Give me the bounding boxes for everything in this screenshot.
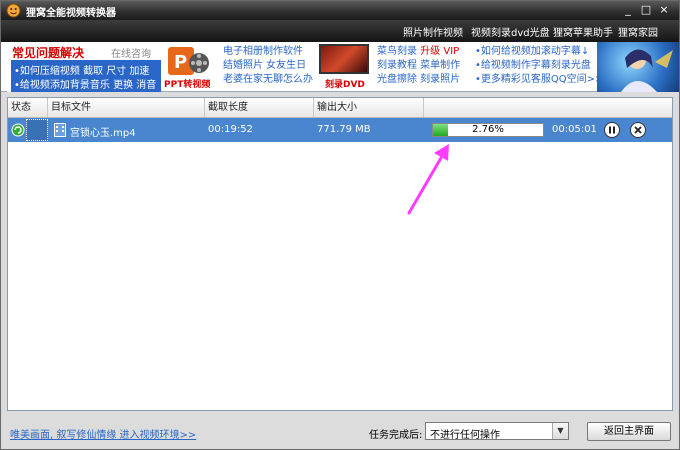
faq-link-compress[interactable]: •如何压缩视频 截取 尺寸 加速 xyxy=(14,62,149,77)
ad-link[interactable]: 老婆在家无聊怎么办 xyxy=(223,73,313,87)
pause-icon xyxy=(609,126,615,134)
remove-button[interactable] xyxy=(630,122,646,138)
close-button[interactable]: × xyxy=(657,3,671,17)
status-icon xyxy=(11,123,25,137)
ad-link[interactable]: •给视频制作字幕刻录光盘 xyxy=(475,59,603,73)
ad-link[interactable]: •更多精彩见客服QQ空间>> xyxy=(475,73,603,87)
app-icon xyxy=(6,3,21,18)
video-thumbnail xyxy=(26,119,48,141)
ad-link[interactable]: 结婚照片 女友生日 xyxy=(223,59,313,73)
ad-link[interactable]: 光盘擦除 刻录照片 xyxy=(377,73,460,87)
menu-home[interactable]: 狸窝家园 xyxy=(618,24,658,39)
ad-link[interactable]: 刻录教程 菜单制作 xyxy=(377,59,460,73)
col-status[interactable]: 状态 xyxy=(8,98,48,117)
ad-line: 菜鸟刻录 升级 VIP xyxy=(377,45,460,59)
pause-button[interactable] xyxy=(604,122,620,138)
faq-links: •如何压缩视频 截取 尺寸 加速 •给视频添加背景音乐 更换 消音 xyxy=(11,60,161,92)
ad-banner: 常见问题解决 在线咨询 •如何压缩视频 截取 尺寸 加速 •给视频添加背景音乐 … xyxy=(1,42,679,92)
window-title: 狸窝全能视频转换器 xyxy=(26,8,116,19)
col-duration[interactable]: 截取长度 xyxy=(205,98,314,117)
after-task-label: 任务完成后: xyxy=(369,430,423,441)
menu-apple-helper[interactable]: 狸窝苹果助手 xyxy=(553,24,613,39)
promo-image[interactable] xyxy=(597,42,679,92)
table-row[interactable]: 宫锁心玉.mp4 00:19:52 771.79 MB 2.76% 00:05:… xyxy=(8,118,672,142)
menu-photo-video[interactable]: 照片制作视频 xyxy=(403,24,463,39)
back-to-main-button[interactable]: 返回主界面 xyxy=(587,422,671,441)
task-list: 状态 目标文件 截取长度 输出大小 宫锁心玉.mp4 00:19:52 771.… xyxy=(7,97,673,411)
remove-icon xyxy=(634,126,642,134)
faq-online-link[interactable]: 在线咨询 xyxy=(111,45,151,60)
progress-bar: 2.76% xyxy=(432,123,544,137)
dvd-tile[interactable]: 刻录DVD xyxy=(319,44,369,90)
faq-link-music[interactable]: •给视频添加背景音乐 更换 消音 xyxy=(14,76,156,91)
col-output-size[interactable]: 输出大小 xyxy=(314,98,424,117)
top-link-menu: 照片制作视频 视频刻录dvd光盘 狸窝苹果助手 狸窝家园 xyxy=(1,20,679,42)
menu-dvd-burn[interactable]: 视频刻录dvd光盘 xyxy=(471,24,550,39)
output-size: 771.79 MB xyxy=(317,124,371,135)
dropdown-arrow-icon[interactable]: ▼ xyxy=(552,423,568,439)
ad-column-album: 电子相册制作软件 结婚照片 女友生日 老婆在家无聊怎么办 xyxy=(223,45,313,87)
progress-text: 2.76% xyxy=(472,124,504,135)
minimize-button[interactable]: _ xyxy=(621,3,635,17)
dvd-thumbnail xyxy=(319,44,369,74)
ppt-label[interactable]: PPT转视频 xyxy=(164,77,210,90)
ad-link[interactable]: 菜鸟刻录 xyxy=(377,46,417,57)
maximize-button[interactable]: □ xyxy=(639,3,653,17)
duration: 00:19:52 xyxy=(208,124,253,135)
col-progress xyxy=(424,98,672,117)
remaining-time: 00:05:01 xyxy=(552,124,597,135)
col-target-file[interactable]: 目标文件 xyxy=(48,98,205,117)
faq-title[interactable]: 常见问题解决 xyxy=(12,44,84,61)
list-header: 状态 目标文件 截取长度 输出大小 xyxy=(8,98,672,118)
ad-column-dvd: 菜鸟刻录 升级 VIP 刻录教程 菜单制作 光盘擦除 刻录照片 xyxy=(377,45,460,87)
app-window: 狸窝全能视频转换器 _ □ × 照片制作视频 视频刻录dvd光盘 狸窝苹果助手 … xyxy=(0,0,680,450)
faq-panel: 常见问题解决 在线咨询 •如何压缩视频 截取 尺寸 加速 •给视频添加背景音乐 … xyxy=(7,42,161,92)
after-task-value: 不进行任何操作 xyxy=(430,430,500,441)
video-file-icon xyxy=(54,123,66,137)
svg-text:P: P xyxy=(174,52,187,73)
promo-character-icon xyxy=(621,49,673,92)
vip-link[interactable]: 升级 VIP xyxy=(420,46,459,57)
ad-column-subtitles: •如何给视频加滚动字幕↓ •给视频制作字幕刻录光盘 •更多精彩见客服QQ空间>> xyxy=(475,45,603,87)
dvd-label: 刻录DVD xyxy=(325,80,365,90)
bottom-bar: 唯美画面, 叙写修仙情缘 进入视频环境>> 任务完成后: 不进行任何操作 ▼ 返… xyxy=(1,413,679,449)
promo-link[interactable]: 唯美画面, 叙写修仙情缘 进入视频环境>> xyxy=(10,426,196,441)
file-name: 宫锁心玉.mp4 xyxy=(70,128,136,139)
title-bar: 狸窝全能视频转换器 _ □ × xyxy=(1,1,679,20)
ad-link[interactable]: 电子相册制作软件 xyxy=(223,45,313,59)
after-task-select[interactable]: 不进行任何操作 ▼ xyxy=(425,422,569,441)
annotation-arrow xyxy=(407,144,449,215)
ad-link[interactable]: •如何给视频加滚动字幕↓ xyxy=(475,45,603,59)
